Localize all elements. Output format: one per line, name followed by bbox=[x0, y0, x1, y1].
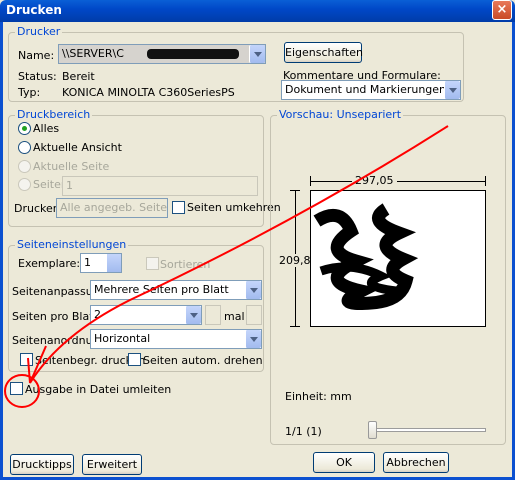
annotation-arrow bbox=[29, 125, 449, 384]
annotation-overlay bbox=[4, 125, 449, 408]
annotation-circle bbox=[4, 374, 40, 408]
